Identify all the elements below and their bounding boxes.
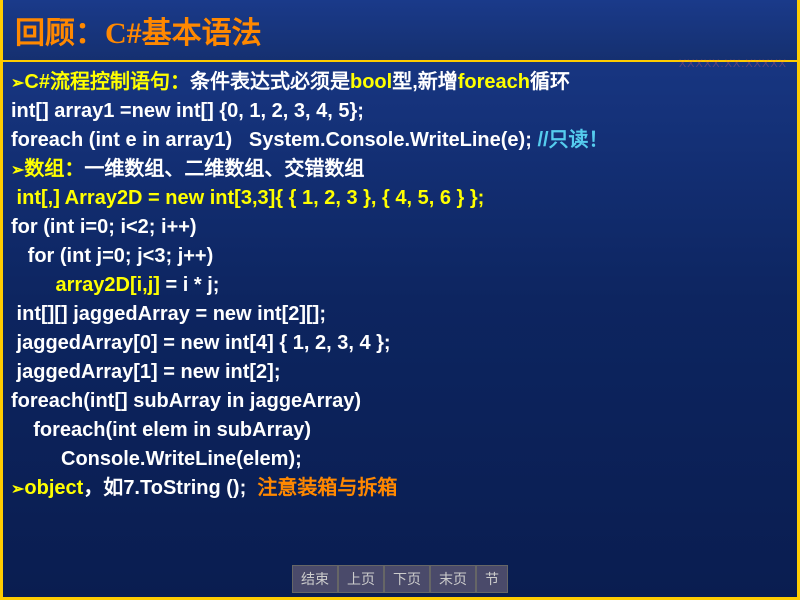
nav-end-button[interactable]: 结束: [292, 565, 338, 593]
line-6: for (int i=0; i<2; i++): [11, 213, 789, 242]
slide-content: ➢C#流程控制语句：条件表达式必须是bool型,新增foreach循环 int[…: [3, 62, 797, 507]
line-7: for (int j=0; j<3; j++): [11, 242, 789, 271]
line-5: int[,] Array2D = new int[3,3]{ { 1, 2, 3…: [11, 184, 789, 213]
line-3: foreach (int e in array1) System.Console…: [11, 126, 789, 155]
line-10: jaggedArray[0] = new int[4] { 1, 2, 3, 4…: [11, 329, 789, 358]
line-9: int[][] jaggedArray = new int[2][];: [11, 300, 789, 329]
line-14: Console.WriteLine(elem);: [11, 445, 789, 474]
nav-last-button[interactable]: 末页: [430, 565, 476, 593]
line-15: ➢object，如7.ToString (); 注意装箱与拆箱: [11, 474, 789, 503]
page-title: 回顾：C#基本语法: [15, 8, 785, 52]
nav-prev-button[interactable]: 上页: [338, 565, 384, 593]
nav-bar: 结束 上页 下页 末页 节: [292, 565, 508, 593]
line-8: array2D[i,j] = i * j;: [11, 271, 789, 300]
nav-next-button[interactable]: 下页: [384, 565, 430, 593]
title-bar: 回顾：C#基本语法: [3, 0, 797, 62]
line-1: ➢C#流程控制语句：条件表达式必须是bool型,新增foreach循环: [11, 68, 789, 97]
line-13: foreach(int elem in subArray): [11, 416, 789, 445]
watermark: XXXXX.XX.XXXXX: [679, 58, 787, 70]
nav-section-button[interactable]: 节: [476, 565, 508, 593]
line-11: jaggedArray[1] = new int[2];: [11, 358, 789, 387]
line-12: foreach(int[] subArray in jaggeArray): [11, 387, 789, 416]
line-2: int[] array1 =new int[] {0, 1, 2, 3, 4, …: [11, 97, 789, 126]
line-4: ➢数组：一维数组、二维数组、交错数组: [11, 155, 789, 184]
